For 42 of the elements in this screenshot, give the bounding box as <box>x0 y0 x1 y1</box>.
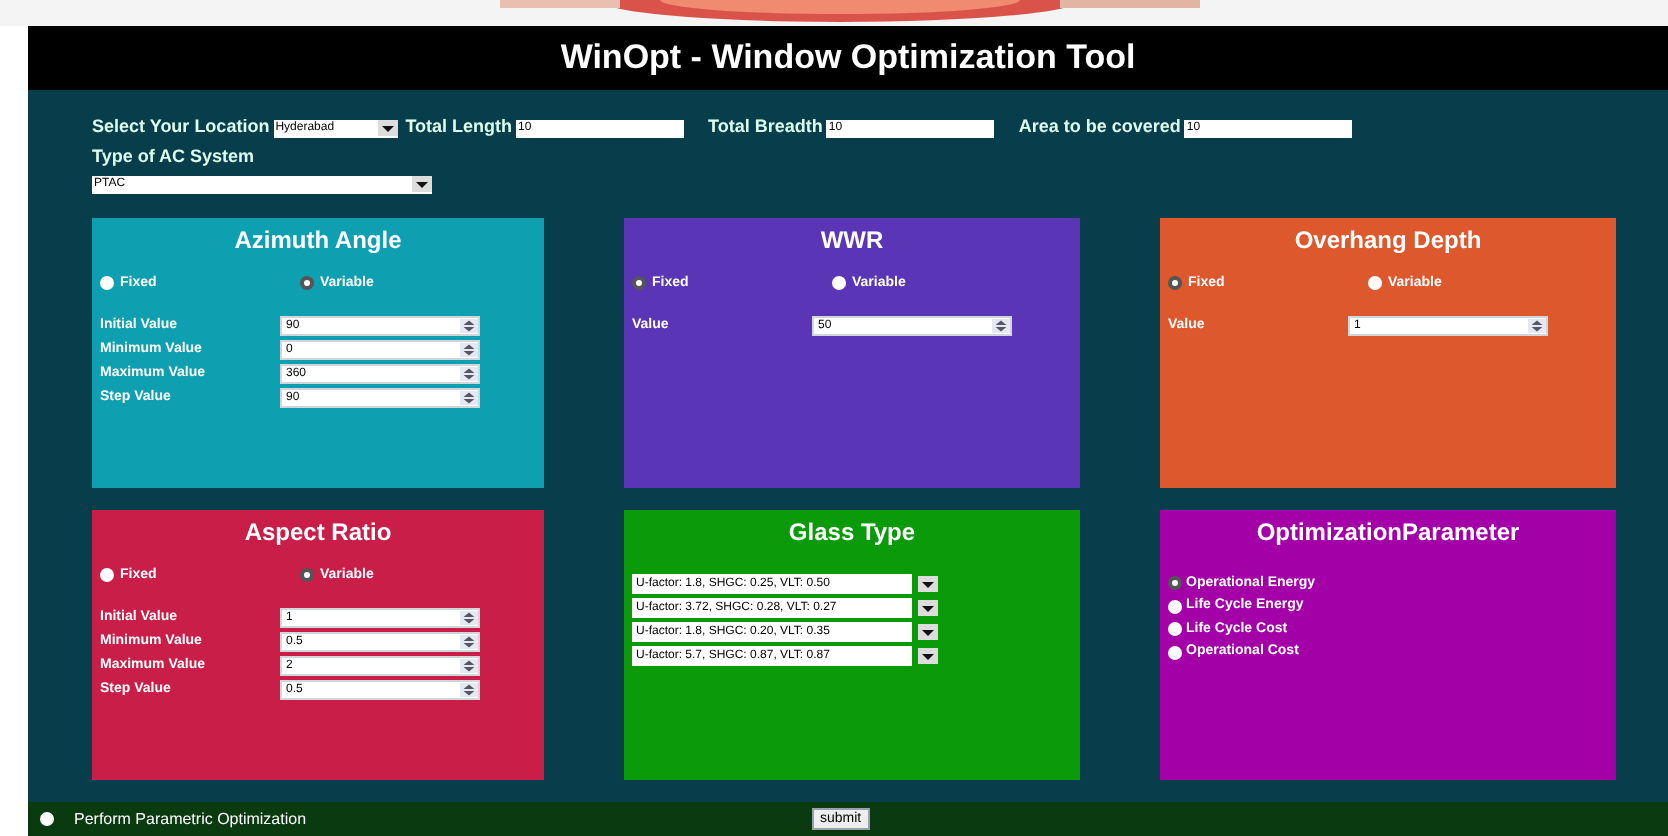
radio-button[interactable] <box>632 276 646 291</box>
app-title: WinOpt - Window Optimization Tool <box>560 36 1136 81</box>
spinner-arrows-icon[interactable] <box>992 318 1010 334</box>
radio-button[interactable] <box>100 276 114 291</box>
field-label: Type of AC System <box>92 144 257 170</box>
dropdown-arrow-icon[interactable] <box>918 575 938 591</box>
spinner-arrows-icon[interactable] <box>460 390 478 406</box>
radio-button[interactable] <box>1168 622 1182 637</box>
panel-title: Azimuth Angle <box>232 223 404 257</box>
radio-button[interactable] <box>300 276 314 291</box>
spinner-arrows-icon[interactable] <box>460 366 478 382</box>
dropdown-arrow-icon[interactable] <box>918 623 938 639</box>
spinner-arrows-icon[interactable] <box>1528 318 1546 334</box>
spinner-arrows-icon[interactable] <box>460 610 478 626</box>
dropdown-arrow-icon[interactable] <box>377 120 398 136</box>
field-label: Total Length <box>405 114 513 141</box>
panel-title: Glass Type <box>786 515 918 549</box>
spinner-arrows-icon[interactable] <box>460 682 478 698</box>
spinner-arrows-icon[interactable] <box>460 658 478 674</box>
field-label: Total Breadth <box>708 114 823 141</box>
radio-button[interactable] <box>100 568 114 583</box>
dropdown-arrow-icon[interactable] <box>918 599 938 615</box>
spinner-arrows-icon[interactable] <box>460 318 478 334</box>
panel-title: OptimizationParameter <box>1254 515 1522 549</box>
panel-title: WWR <box>818 223 886 257</box>
field-label: Select Your Location <box>92 114 270 141</box>
radio-button[interactable] <box>300 568 314 583</box>
radio-button[interactable] <box>1168 599 1182 614</box>
panel-title: Aspect Ratio <box>242 515 394 549</box>
radio-button[interactable] <box>832 276 846 291</box>
radio-button[interactable] <box>40 812 54 826</box>
option-label: Perform Parametric Optimization <box>74 807 307 831</box>
spinner-arrows-icon[interactable] <box>460 634 478 650</box>
panel-title: Overhang Depth <box>1292 223 1484 257</box>
radio-button[interactable] <box>1368 276 1382 291</box>
dropdown-arrow-icon[interactable] <box>918 647 938 663</box>
radio-button[interactable] <box>1168 276 1182 291</box>
radio-button[interactable] <box>1168 645 1182 660</box>
radio-button[interactable] <box>1168 576 1182 591</box>
field-label: Area to be covered <box>1018 114 1181 141</box>
dropdown-arrow-icon[interactable] <box>412 176 432 192</box>
spinner-arrows-icon[interactable] <box>460 342 478 358</box>
